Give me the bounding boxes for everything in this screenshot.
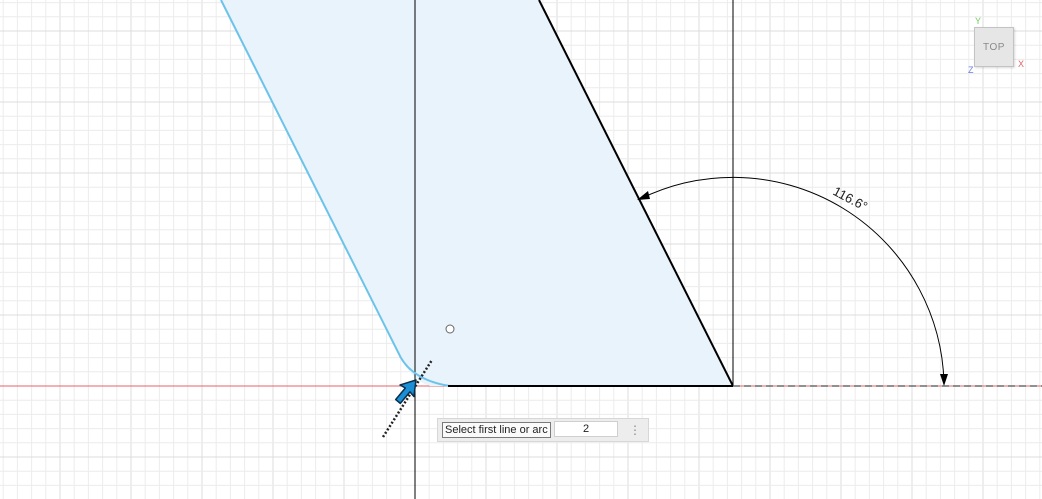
angle-dimension-label[interactable]: 116.6°	[831, 183, 871, 214]
viewcube-top-face[interactable]: TOP	[974, 27, 1014, 67]
angle-arrowhead-left	[637, 191, 650, 200]
vertical-ellipsis-icon[interactable]: ⋮	[628, 420, 642, 440]
snap-point-marker	[445, 324, 455, 334]
viewcube-x-axis-label: X	[1018, 59, 1025, 69]
prompt-message: Select first line or arc	[442, 422, 551, 438]
command-prompt: Select first line or arc ⋮	[437, 418, 649, 442]
angle-arrowhead-right	[940, 374, 948, 386]
sketch-profile-region[interactable]	[221, 0, 732, 386]
viewcube-y-axis-label: Y	[975, 16, 982, 26]
viewcube-z-axis-label: Z	[968, 65, 974, 75]
viewcube[interactable]: Y TOP X Z	[966, 16, 1028, 76]
fillet-radius-input[interactable]	[554, 421, 618, 437]
